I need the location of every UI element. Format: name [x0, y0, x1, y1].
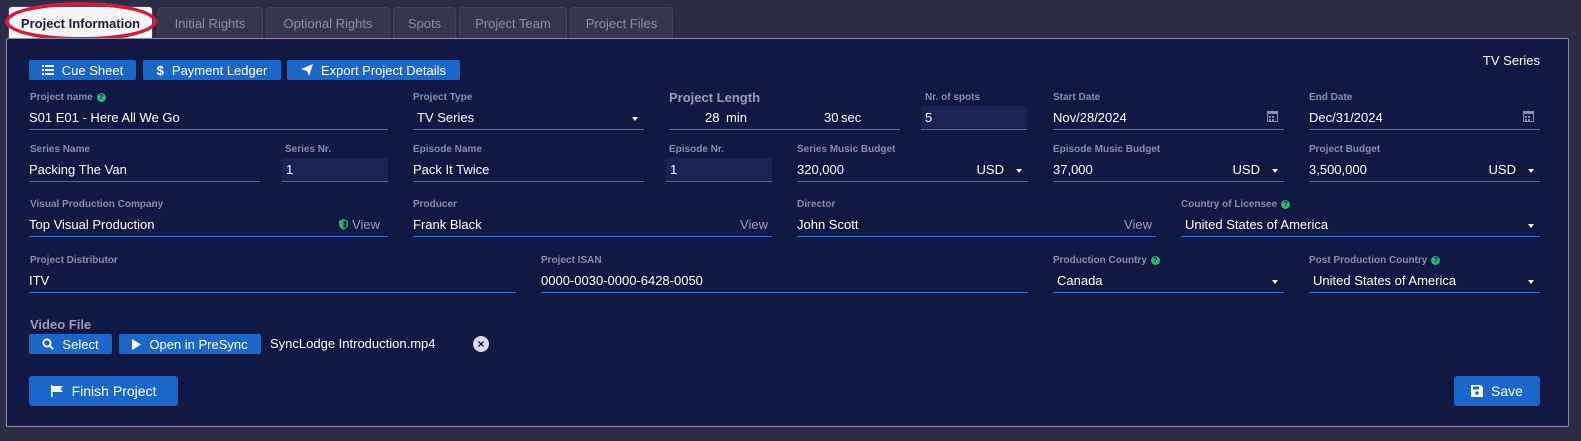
post-production-country-select[interactable]: United States of America [1309, 269, 1540, 293]
project-type-select[interactable]: TV Series [413, 106, 644, 130]
cue-sheet-button[interactable]: Cue Sheet [29, 60, 136, 80]
export-project-label: Export Project Details [321, 62, 446, 78]
view-producer-link[interactable]: View [740, 217, 768, 232]
episode-nr-input[interactable]: 1 [666, 158, 772, 182]
calendar-icon[interactable] [1267, 110, 1278, 125]
view-director-link[interactable]: View [1124, 217, 1152, 232]
help-icon[interactable]: ? [1150, 256, 1160, 265]
video-filename: SyncLodge Introduction.mp4 [270, 336, 436, 351]
payment-ledger-button[interactable]: $ Payment Ledger [143, 60, 281, 80]
select-video-button[interactable]: Select [29, 334, 112, 354]
project-isan-label: Project ISAN [541, 255, 602, 266]
series-nr-input[interactable]: 1 [282, 158, 388, 182]
project-length-field[interactable]: 28 min 30 sec [669, 106, 900, 130]
tab-optional-rights[interactable]: Optional Rights [266, 7, 390, 39]
production-country-label: Production Country? [1053, 255, 1160, 266]
start-date-input[interactable]: Nov/28/2024 [1053, 106, 1284, 130]
series-name-input[interactable]: Packing The Van [29, 158, 260, 182]
flag-icon [50, 385, 64, 397]
help-icon[interactable]: ? [1281, 200, 1291, 209]
export-project-button[interactable]: Export Project Details [287, 60, 460, 80]
play-icon [132, 338, 142, 350]
save-button[interactable]: Save [1454, 376, 1540, 406]
currency-select[interactable]: USD [1489, 162, 1516, 177]
tab-spots[interactable]: Spots [393, 7, 456, 39]
tab-initial-rights[interactable]: Initial Rights [157, 7, 263, 39]
chevron-down-icon [1016, 169, 1022, 173]
project-budget-input[interactable]: 3,500,000 USD [1309, 158, 1540, 182]
length-minutes[interactable]: 28 [705, 110, 719, 125]
episode-music-budget-input[interactable]: 37,000 USD [1053, 158, 1284, 182]
search-icon [42, 338, 55, 350]
end-date-label: End Date [1309, 92, 1353, 103]
help-icon[interactable]: ? [96, 93, 106, 102]
project-length-label: Project Length [669, 90, 761, 105]
project-type-label: Project Type [413, 92, 473, 103]
list-icon [41, 65, 54, 75]
project-isan-input[interactable]: 0000-0030-0000-6428-0050 [541, 269, 1028, 293]
production-country-select[interactable]: Canada [1053, 269, 1284, 293]
director-label: Director [797, 199, 836, 210]
project-name-input[interactable]: S01 E01 - Here All We Go [29, 106, 388, 130]
episode-nr-label: Episode Nr. [669, 144, 725, 155]
finish-project-label: Finish Project [71, 383, 157, 399]
series-nr-label: Series Nr. [285, 144, 332, 155]
length-seconds[interactable]: 30 [824, 110, 838, 125]
episode-name-input[interactable]: Pack It Twice [413, 158, 644, 182]
project-name-label: Project name? [30, 92, 106, 103]
view-company-link[interactable]: View [339, 217, 380, 232]
chevron-down-icon [632, 117, 638, 121]
help-icon[interactable]: ? [1431, 256, 1441, 265]
country-of-licensee-select[interactable]: United States of America [1181, 213, 1540, 237]
visual-production-company-label: Visual Production Company [30, 199, 164, 210]
series-name-label: Series Name [30, 144, 91, 155]
open-in-presync-button[interactable]: Open in PreSync [119, 334, 261, 354]
tab-project-team[interactable]: Project Team [459, 7, 567, 39]
chevron-down-icon [1528, 169, 1534, 173]
chevron-down-icon [1528, 280, 1534, 284]
calendar-icon[interactable] [1523, 110, 1534, 125]
episode-music-budget-label: Episode Music Budget [1053, 144, 1161, 155]
open-in-presync-label: Open in PreSync [149, 336, 248, 352]
episode-name-label: Episode Name [413, 144, 482, 155]
tab-project-files[interactable]: Project Files [570, 7, 673, 39]
series-music-budget-input[interactable]: 320,000 USD [797, 158, 1028, 182]
length-sec-unit: sec [841, 110, 862, 125]
payment-ledger-label: Payment Ledger [171, 62, 268, 78]
nr-spots-label: Nr. of spots [925, 92, 981, 103]
currency-select[interactable]: USD [1233, 162, 1260, 177]
project-budget-label: Project Budget [1309, 144, 1381, 155]
highlight-ring [5, 2, 157, 41]
chevron-down-icon [1272, 280, 1278, 284]
finish-project-button[interactable]: Finish Project [29, 376, 178, 406]
floppy-disk-icon [1471, 385, 1484, 397]
shield-icon [339, 219, 349, 230]
project-distributor-input[interactable]: ITV [29, 269, 516, 293]
select-label: Select [62, 336, 99, 352]
send-icon [301, 64, 313, 76]
country-of-licensee-label: Country of Licensee? [1181, 199, 1291, 210]
series-music-budget-label: Series Music Budget [797, 144, 896, 155]
producer-input[interactable]: Frank Black View [413, 213, 772, 237]
project-distributor-label: Project Distributor [30, 255, 118, 266]
video-file-label: Video File [30, 317, 92, 332]
producer-label: Producer [413, 199, 457, 210]
chevron-down-icon [1528, 224, 1534, 228]
director-input[interactable]: John Scott View [797, 213, 1156, 237]
chevron-down-icon [1272, 169, 1278, 173]
project-kind-label: TV Series [1482, 53, 1540, 68]
currency-select[interactable]: USD [977, 162, 1004, 177]
dollar-icon: $ [156, 62, 164, 78]
post-production-country-label: Post Production Country? [1309, 255, 1441, 266]
save-label: Save [1491, 383, 1523, 399]
remove-file-icon[interactable]: × [473, 336, 489, 352]
nr-spots-input[interactable]: 5 [921, 106, 1027, 130]
length-min-unit: min [726, 110, 747, 125]
start-date-label: Start Date [1053, 92, 1101, 103]
end-date-input[interactable]: Dec/31/2024 [1309, 106, 1540, 130]
visual-production-company-input[interactable]: Top Visual Production View [29, 213, 388, 237]
cue-sheet-label: Cue Sheet [61, 62, 124, 78]
